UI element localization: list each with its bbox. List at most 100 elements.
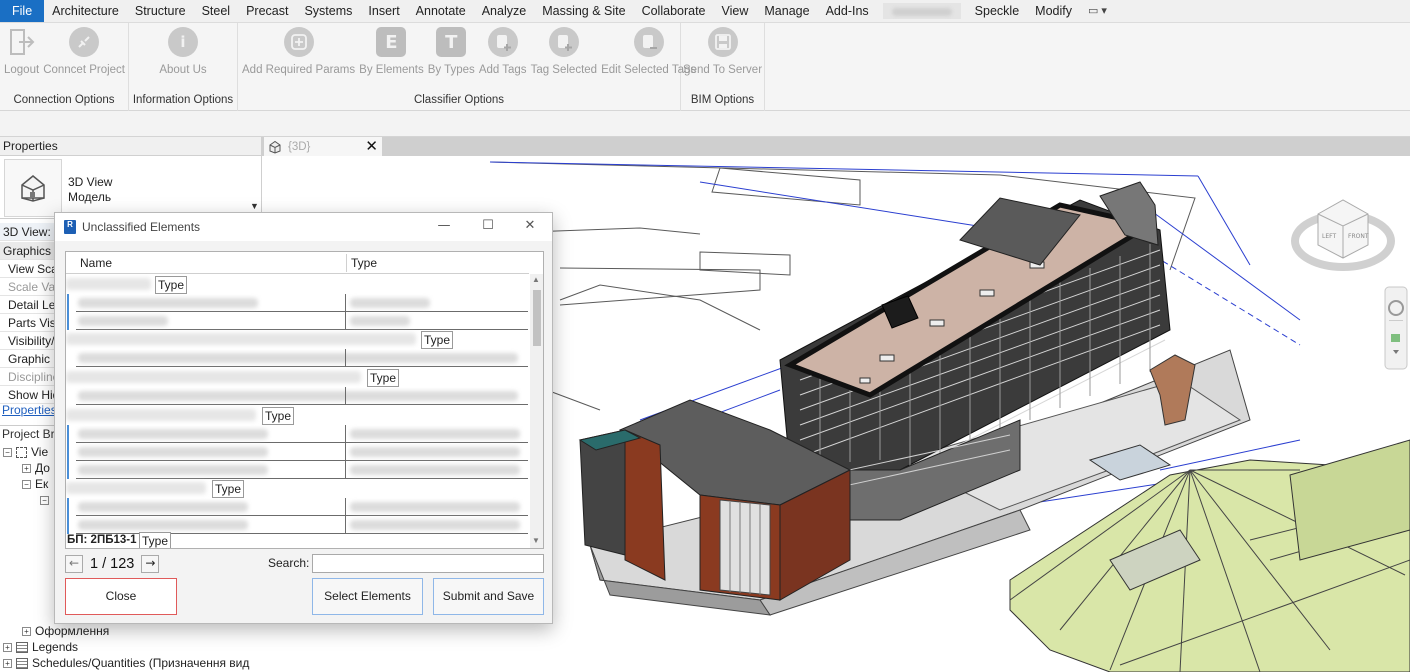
tab-systems[interactable]: Systems (296, 0, 360, 22)
elements-grid[interactable]: Name Type Type Type Type Type Type БП: 2… (65, 251, 544, 549)
table-row[interactable] (76, 312, 528, 330)
scrollbar-thumb[interactable] (533, 290, 541, 346)
table-row[interactable] (76, 498, 528, 516)
tag-selected-icon (548, 27, 579, 57)
by-elements-label: By Elements (359, 64, 424, 76)
3d-view-type-icon (4, 159, 62, 217)
group-row[interactable]: Type (66, 407, 529, 425)
add-required-params-button[interactable]: Add Required Params (240, 25, 357, 89)
table-row[interactable] (76, 461, 528, 479)
tab-precast[interactable]: Precast (238, 0, 296, 22)
tab-insert[interactable]: Insert (360, 0, 407, 22)
cell-name-redacted (78, 447, 268, 457)
table-row[interactable] (76, 349, 528, 367)
group-row[interactable]: Type (66, 369, 529, 387)
tab-file[interactable]: File (0, 0, 45, 22)
cell-divider (345, 349, 346, 367)
tab-annotate[interactable]: Annotate (408, 0, 474, 22)
revit-app-icon: R (64, 220, 76, 234)
tree-item-oformlennia-label: Оформлення (35, 624, 110, 638)
logout-icon (7, 27, 37, 57)
submit-and-save-button[interactable]: Submit and Save (433, 578, 544, 615)
tab-view[interactable]: View (714, 0, 757, 22)
column-header-name[interactable]: Name (80, 252, 112, 274)
tree-item-ek[interactable]: − Ек (22, 476, 48, 492)
connect-project-button[interactable]: Conncet Project (41, 25, 127, 89)
collapse-icon[interactable]: − (3, 447, 12, 457)
ribbon: Logout Conncet Project Connection Option… (0, 23, 1410, 111)
tree-item-ek-label: Ек (35, 477, 49, 491)
tab-architecture[interactable]: Architecture (44, 0, 127, 22)
type-name-line1: 3D View (68, 175, 113, 189)
about-us-button[interactable]: i About Us (157, 25, 208, 89)
viewcube[interactable]: LEFT FRONT (1291, 199, 1395, 271)
add-tags-button[interactable]: Add Tags (477, 25, 529, 89)
close-dialog-icon[interactable]: ✕ (508, 213, 552, 241)
by-elements-button[interactable]: E By Elements (357, 25, 426, 89)
select-elements-button[interactable]: Select Elements (312, 578, 423, 615)
tree-views[interactable]: − Vie (3, 444, 48, 460)
cell-name-redacted (78, 465, 268, 475)
collapse-icon[interactable]: − (40, 495, 49, 505)
type-selector[interactable]: 3D View Модель ▼ (0, 157, 262, 219)
close-view-icon[interactable]: ✕ (365, 137, 378, 155)
expand-icon[interactable]: + (3, 642, 12, 652)
cell-name-redacted (78, 429, 268, 439)
tab-plugin-redacted[interactable] (882, 3, 961, 19)
tab-structure[interactable]: Structure (127, 0, 194, 22)
scroll-down-icon[interactable]: ▼ (532, 536, 540, 545)
next-page-button[interactable]: → (141, 555, 160, 573)
cell-name-redacted (78, 502, 248, 512)
tab-steel[interactable]: Steel (194, 0, 239, 22)
group-name: БП: 2ПБ13-1 (67, 534, 137, 546)
prev-page-button[interactable]: ← (65, 555, 83, 573)
tab-collaborate[interactable]: Collaborate (634, 0, 714, 22)
type-dropdown-arrow-icon[interactable]: ▼ (250, 201, 259, 211)
properties-help-link[interactable]: Properties (2, 403, 57, 417)
group-row[interactable]: Type (66, 480, 529, 498)
navigation-bar[interactable] (1384, 286, 1408, 370)
type-badge: Type (212, 480, 245, 498)
tab-add-ins[interactable]: Add-Ins (818, 0, 877, 22)
view-tab-3d[interactable]: {3D} ✕ (264, 137, 382, 156)
expand-icon[interactable]: + (3, 658, 12, 668)
search-input[interactable] (312, 554, 544, 573)
tree-item-oformlennia[interactable]: + Оформлення (22, 623, 109, 639)
tab-analyze[interactable]: Analyze (474, 0, 534, 22)
table-row[interactable] (76, 443, 528, 461)
save-icon (707, 27, 738, 57)
column-header-type[interactable]: Type (351, 252, 377, 274)
tab-massing-site[interactable]: Massing & Site (534, 0, 633, 22)
expand-icon[interactable]: + (22, 463, 31, 473)
collapse-icon[interactable]: − (22, 479, 31, 489)
scroll-up-icon[interactable]: ▲ (532, 275, 540, 284)
tab-speckle[interactable]: Speckle (967, 0, 1027, 22)
workspace-dropdown[interactable]: ▭ ▾ (1080, 0, 1115, 22)
tree-item-do[interactable]: + До (22, 460, 50, 476)
row-selection-marker (67, 294, 69, 330)
group-row[interactable]: БП: 2ПБ13-1 Type (66, 532, 529, 548)
tree-item-do-label: До (35, 461, 50, 475)
maximize-icon[interactable]: ☐ (466, 213, 510, 241)
table-row[interactable] (76, 387, 528, 405)
group-row[interactable]: Type (66, 331, 529, 349)
table-row[interactable] (76, 294, 528, 312)
grid-scrollbar[interactable]: ▲ ▼ (530, 274, 543, 548)
minimize-icon[interactable]: — (422, 213, 466, 241)
dialog-titlebar[interactable]: R Unclassified Elements — ☐ ✕ (55, 213, 552, 241)
column-separator[interactable] (346, 254, 347, 272)
tree-item-sub[interactable]: − (40, 492, 53, 508)
logout-button[interactable]: Logout (2, 25, 41, 89)
close-button[interactable]: Close (65, 578, 177, 615)
send-to-server-button[interactable]: Send To Server (681, 25, 764, 89)
tag-selected-button[interactable]: Tag Selected (529, 25, 600, 89)
tree-legends[interactable]: + Legends (3, 639, 78, 655)
tab-manage[interactable]: Manage (756, 0, 817, 22)
tab-modify[interactable]: Modify (1027, 0, 1080, 22)
by-types-button[interactable]: T By Types (426, 25, 477, 89)
expand-icon[interactable]: + (22, 626, 31, 636)
send-to-server-label: Send To Server (682, 64, 763, 76)
tree-schedules[interactable]: + Schedules/Quantities (Призначення вид (3, 655, 249, 671)
group-row[interactable]: Type (66, 276, 529, 294)
table-row[interactable] (76, 425, 528, 443)
